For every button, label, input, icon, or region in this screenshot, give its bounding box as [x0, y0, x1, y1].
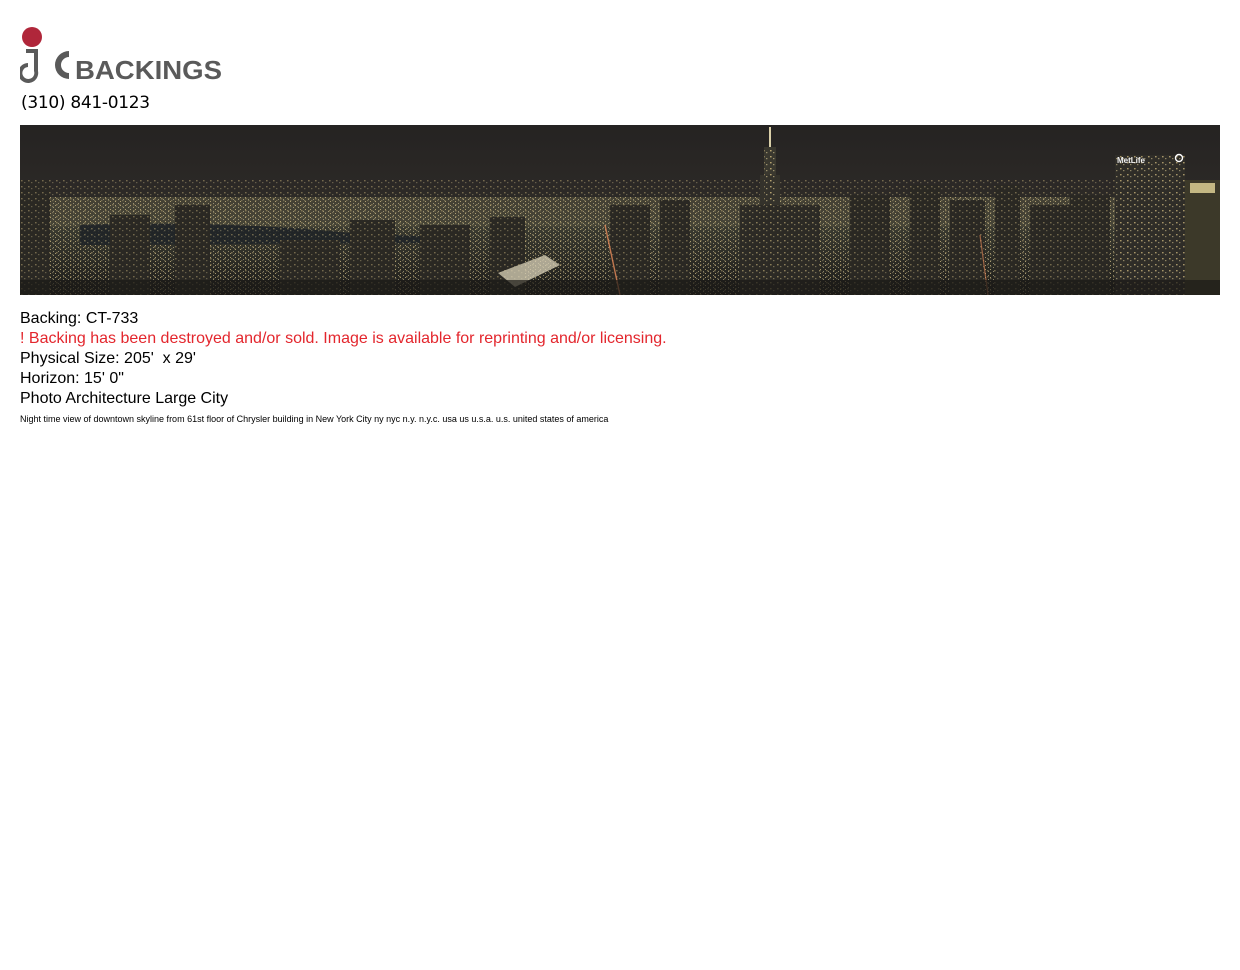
- logo-wordmark: BACKINGS: [75, 55, 222, 85]
- physical-size: Physical Size: 205' x 29': [20, 350, 196, 367]
- skyline-banner-image[interactable]: MetLife: [20, 125, 1220, 295]
- backing-id: Backing: CT-733: [20, 310, 139, 327]
- horizon: Horizon: 15' 0": [20, 370, 124, 387]
- phone-number: (310) 841-0123: [21, 93, 150, 113]
- availability-warning: ! Backing has been destroyed and/or sold…: [20, 330, 667, 347]
- category: Photo Architecture Large City: [20, 390, 229, 407]
- logo-red-dot-icon: [22, 27, 42, 47]
- image-description: Night time view of downtown skyline from…: [20, 414, 609, 424]
- logo-j-shape-icon: [20, 49, 39, 83]
- backing-details: Backing: CT-733 ! Backing has been destr…: [20, 309, 1200, 425]
- metlife-sign: MetLife: [1117, 156, 1146, 165]
- logo-c-shape-icon: [55, 51, 69, 79]
- metlife-building: MetLife: [1115, 153, 1185, 295]
- jc-backings-logo[interactable]: BACKINGS: [20, 27, 230, 85]
